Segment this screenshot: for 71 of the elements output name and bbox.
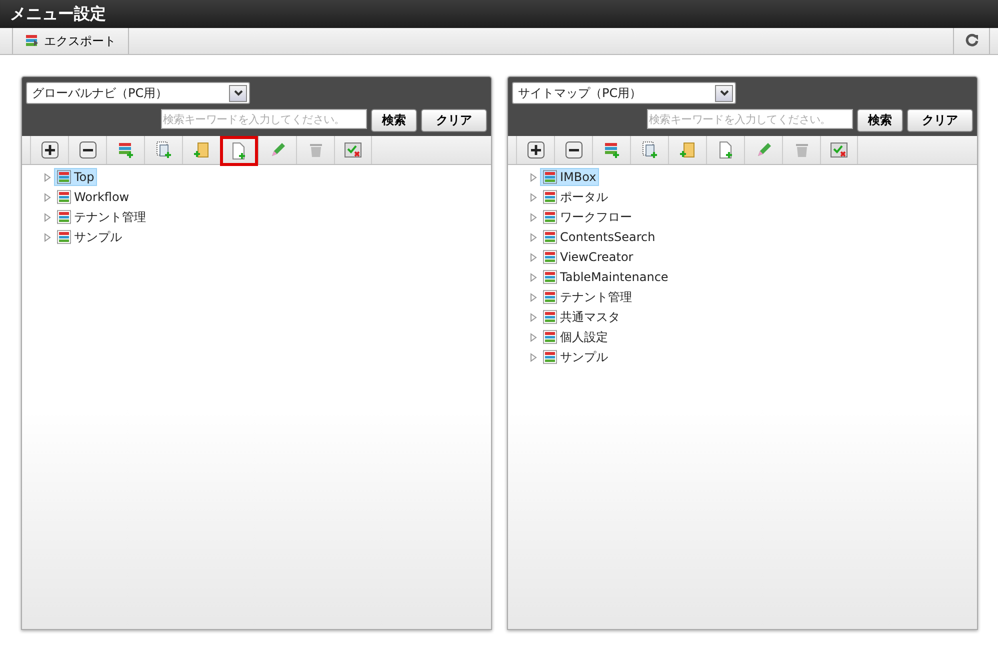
collapse-icon (564, 141, 582, 159)
list-icon (57, 170, 71, 184)
expand-arrow-icon[interactable] (530, 332, 537, 342)
menu-select[interactable]: サイトマップ（PC用） (512, 82, 736, 104)
add-document-icon (640, 141, 658, 159)
search-button[interactable]: 検索 (371, 109, 417, 132)
menu-select[interactable]: グローバルナビ（PC用） (26, 82, 250, 104)
list-icon (543, 190, 557, 204)
tree-item[interactable]: Workflow (54, 188, 132, 206)
refresh-button[interactable] (953, 28, 990, 54)
tree-item[interactable]: ViewCreator (540, 248, 636, 266)
search-button[interactable]: 検索 (857, 109, 903, 132)
export-button[interactable]: エクスポート (12, 28, 129, 54)
add-folder-icon (192, 141, 210, 159)
list-icon (543, 170, 557, 184)
add-page-icon (230, 142, 248, 160)
dropdown-icon (720, 90, 728, 96)
expand-icon (526, 141, 544, 159)
list-icon (57, 190, 71, 204)
add-document-icon (154, 141, 172, 159)
tree-item[interactable]: ポータル (540, 186, 611, 208)
expand-arrow-icon[interactable] (530, 292, 537, 302)
expand-arrow-icon[interactable] (530, 272, 537, 282)
expand-arrow-icon[interactable] (530, 312, 537, 322)
tree-item[interactable]: サンプル (54, 226, 125, 248)
expand-arrow-icon[interactable] (530, 352, 537, 362)
tree-item[interactable]: Top (54, 168, 98, 186)
search-field[interactable]: 検索キーワードを入力してください。 (647, 109, 853, 129)
list-export-icon (25, 34, 39, 48)
clear-button[interactable]: クリア (907, 109, 973, 132)
expand-arrow-icon[interactable] (530, 172, 537, 182)
add-list-icon (602, 141, 620, 159)
add-page-icon (716, 141, 734, 159)
tree-item[interactable]: ワークフロー (540, 206, 635, 228)
refresh-icon (964, 32, 978, 46)
tree-item[interactable]: 共通マスタ (540, 306, 623, 328)
tree-item[interactable]: ContentsSearch (540, 228, 658, 246)
list-icon (543, 330, 557, 344)
expand-arrow-icon[interactable] (44, 172, 51, 182)
expand-icon (40, 141, 58, 159)
tree-item[interactable]: テナント管理 (540, 286, 635, 308)
add-list-icon (116, 141, 134, 159)
list-icon (543, 350, 557, 364)
tree-item[interactable]: TableMaintenance (540, 268, 672, 286)
list-icon (543, 290, 557, 304)
checkmark-window-icon (344, 141, 362, 159)
list-icon (543, 210, 557, 224)
tree-item[interactable]: サンプル (540, 346, 611, 368)
list-icon (543, 230, 557, 244)
search-field[interactable]: 検索キーワードを入力してください。 (161, 109, 367, 129)
expand-arrow-icon[interactable] (44, 212, 51, 222)
expand-arrow-icon[interactable] (530, 232, 537, 242)
checkmark-window-icon (830, 141, 848, 159)
expand-arrow-icon[interactable] (530, 192, 537, 202)
collapse-icon (78, 141, 96, 159)
expand-arrow-icon[interactable] (44, 232, 51, 242)
tree-item[interactable]: IMBox (540, 168, 600, 186)
page-title: メニュー設定 (10, 4, 106, 24)
tree-item[interactable]: 個人設定 (540, 326, 611, 348)
list-icon (543, 270, 557, 284)
clear-button[interactable]: クリア (421, 109, 487, 132)
expand-arrow-icon[interactable] (530, 212, 537, 222)
add-folder-icon (678, 141, 696, 159)
list-icon (57, 230, 71, 244)
expand-arrow-icon[interactable] (530, 252, 537, 262)
expand-arrow-icon[interactable] (44, 192, 51, 202)
list-icon (57, 210, 71, 224)
tree-item[interactable]: テナント管理 (54, 206, 149, 228)
list-icon (543, 250, 557, 264)
dropdown-icon (234, 90, 242, 96)
list-icon (543, 310, 557, 324)
